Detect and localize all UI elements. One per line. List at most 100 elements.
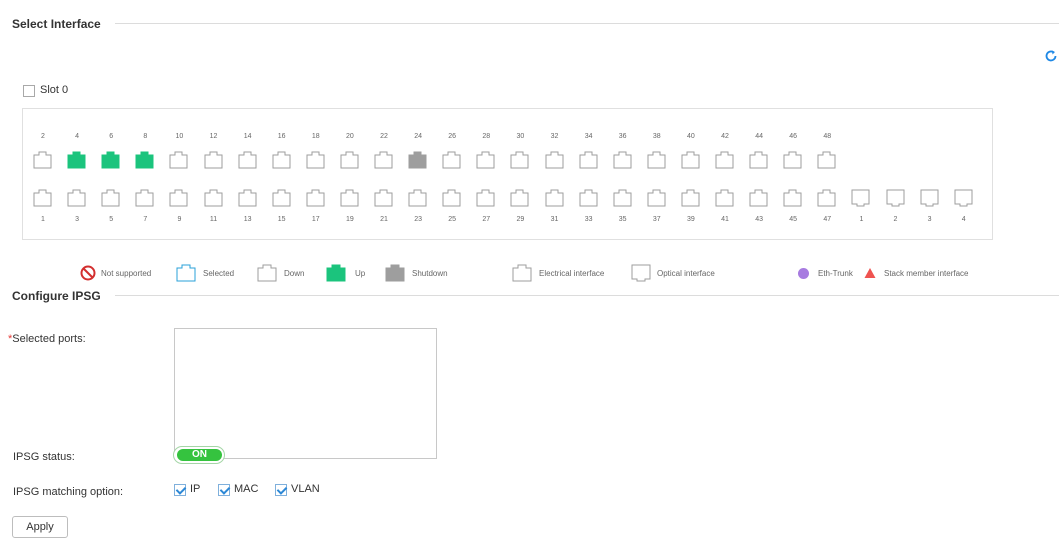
port-46[interactable] — [783, 151, 802, 169]
port-number-label: 33 — [584, 216, 593, 223]
port-48[interactable] — [817, 151, 836, 169]
toggle-state-text: ON — [177, 449, 222, 461]
port-20[interactable] — [340, 151, 359, 169]
selected-ports-label: *Selected ports: — [8, 333, 86, 345]
port-number-label: 28 — [482, 133, 491, 140]
mac-checkbox[interactable] — [218, 484, 230, 496]
legend-selected: Selected — [203, 269, 235, 278]
port-number-label: 26 — [448, 133, 457, 140]
port-26[interactable] — [442, 151, 461, 169]
selected-ports-textarea[interactable] — [174, 328, 437, 459]
port-number-label: 2 — [893, 216, 898, 223]
legend-down: Down — [284, 269, 305, 278]
port-number-label: 37 — [652, 216, 661, 223]
port-40[interactable] — [681, 151, 700, 169]
port-24[interactable] — [408, 151, 427, 169]
port-45[interactable] — [783, 189, 802, 207]
optical-port-2[interactable] — [886, 189, 905, 207]
optical-interface-icon — [631, 264, 651, 282]
port-7[interactable] — [135, 189, 154, 207]
port-5[interactable] — [101, 189, 120, 207]
slot-0-checkbox[interactable] — [23, 85, 35, 97]
ipsg-status-toggle[interactable]: ON — [173, 446, 225, 464]
port-grid: 2 4 6 8 10 12 14 16 18 20 22 24 26 28 30 32 34 36 38 40 42 44… — [23, 109, 992, 239]
port-44[interactable] — [749, 151, 768, 169]
port-11[interactable] — [204, 189, 223, 207]
selected-port-icon — [176, 264, 196, 282]
port-17[interactable] — [306, 189, 325, 207]
port-19[interactable] — [340, 189, 359, 207]
port-number-label: 48 — [823, 133, 832, 140]
port-38[interactable] — [647, 151, 666, 169]
port-41[interactable] — [715, 189, 734, 207]
optical-port-3[interactable] — [920, 189, 939, 207]
port-number-label: 40 — [686, 133, 695, 140]
ipsg-status-label: IPSG status: — [13, 451, 75, 463]
port-36[interactable] — [613, 151, 632, 169]
port-47[interactable] — [817, 189, 836, 207]
port-1[interactable] — [33, 189, 52, 207]
port-12[interactable] — [204, 151, 223, 169]
section-divider — [12, 295, 1059, 296]
vlan-checkbox[interactable] — [275, 484, 287, 496]
legend-stack-member: Stack member interface — [884, 269, 969, 278]
port-2[interactable] — [33, 151, 52, 169]
ip-checkbox[interactable] — [174, 484, 186, 496]
port-18[interactable] — [306, 151, 325, 169]
port-number-label: 1 — [859, 216, 864, 223]
port-43[interactable] — [749, 189, 768, 207]
port-9[interactable] — [169, 189, 188, 207]
legend-up: Up — [355, 269, 366, 278]
port-34[interactable] — [579, 151, 598, 169]
port-16[interactable] — [272, 151, 291, 169]
port-number-label: 35 — [618, 216, 627, 223]
port-39[interactable] — [681, 189, 700, 207]
up-port-icon — [326, 264, 346, 282]
legend-not-supported: Not supported — [101, 269, 152, 278]
port-31[interactable] — [545, 189, 564, 207]
port-32[interactable] — [545, 151, 564, 169]
port-number-label: 41 — [721, 216, 729, 223]
port-42[interactable] — [715, 151, 734, 169]
port-number-label: 19 — [345, 216, 354, 223]
port-37[interactable] — [647, 189, 666, 207]
port-13[interactable] — [238, 189, 257, 207]
apply-button[interactable]: Apply — [12, 516, 68, 538]
port-4[interactable] — [67, 151, 86, 169]
port-number-label: 43 — [755, 216, 763, 223]
optical-port-1[interactable] — [851, 189, 870, 207]
port-number-label: 3 — [75, 216, 80, 223]
port-27[interactable] — [476, 189, 495, 207]
port-33[interactable] — [579, 189, 598, 207]
port-number-label: 46 — [789, 133, 798, 140]
port-28[interactable] — [476, 151, 495, 169]
port-number-label: 13 — [243, 216, 252, 223]
refresh-icon[interactable] — [1044, 49, 1058, 63]
optical-port-4[interactable] — [954, 189, 973, 207]
mac-option-label: MAC — [234, 483, 259, 495]
port-number-label: 34 — [584, 133, 593, 140]
port-number-label: 9 — [177, 216, 182, 223]
port-21[interactable] — [374, 189, 393, 207]
port-number-label: 7 — [143, 216, 148, 223]
port-35[interactable] — [613, 189, 632, 207]
port-3[interactable] — [67, 189, 86, 207]
port-number-label: 38 — [652, 133, 661, 140]
port-8[interactable] — [135, 151, 154, 169]
legend-optical: Optical interface — [657, 269, 715, 278]
port-10[interactable] — [169, 151, 188, 169]
port-number-label: 32 — [550, 133, 559, 140]
port-22[interactable] — [374, 151, 393, 169]
section-divider — [12, 23, 1059, 24]
port-23[interactable] — [408, 189, 427, 207]
port-number-label: 11 — [209, 216, 218, 223]
port-14[interactable] — [238, 151, 257, 169]
section-title-configure-ipsg: Configure IPSG — [12, 289, 115, 303]
port-30[interactable] — [510, 151, 529, 169]
port-25[interactable] — [442, 189, 461, 207]
port-29[interactable] — [510, 189, 529, 207]
port-6[interactable] — [101, 151, 120, 169]
legend-eth-trunk: Eth-Trunk — [818, 269, 853, 278]
port-15[interactable] — [272, 189, 291, 207]
stack-member-icon — [864, 267, 876, 279]
